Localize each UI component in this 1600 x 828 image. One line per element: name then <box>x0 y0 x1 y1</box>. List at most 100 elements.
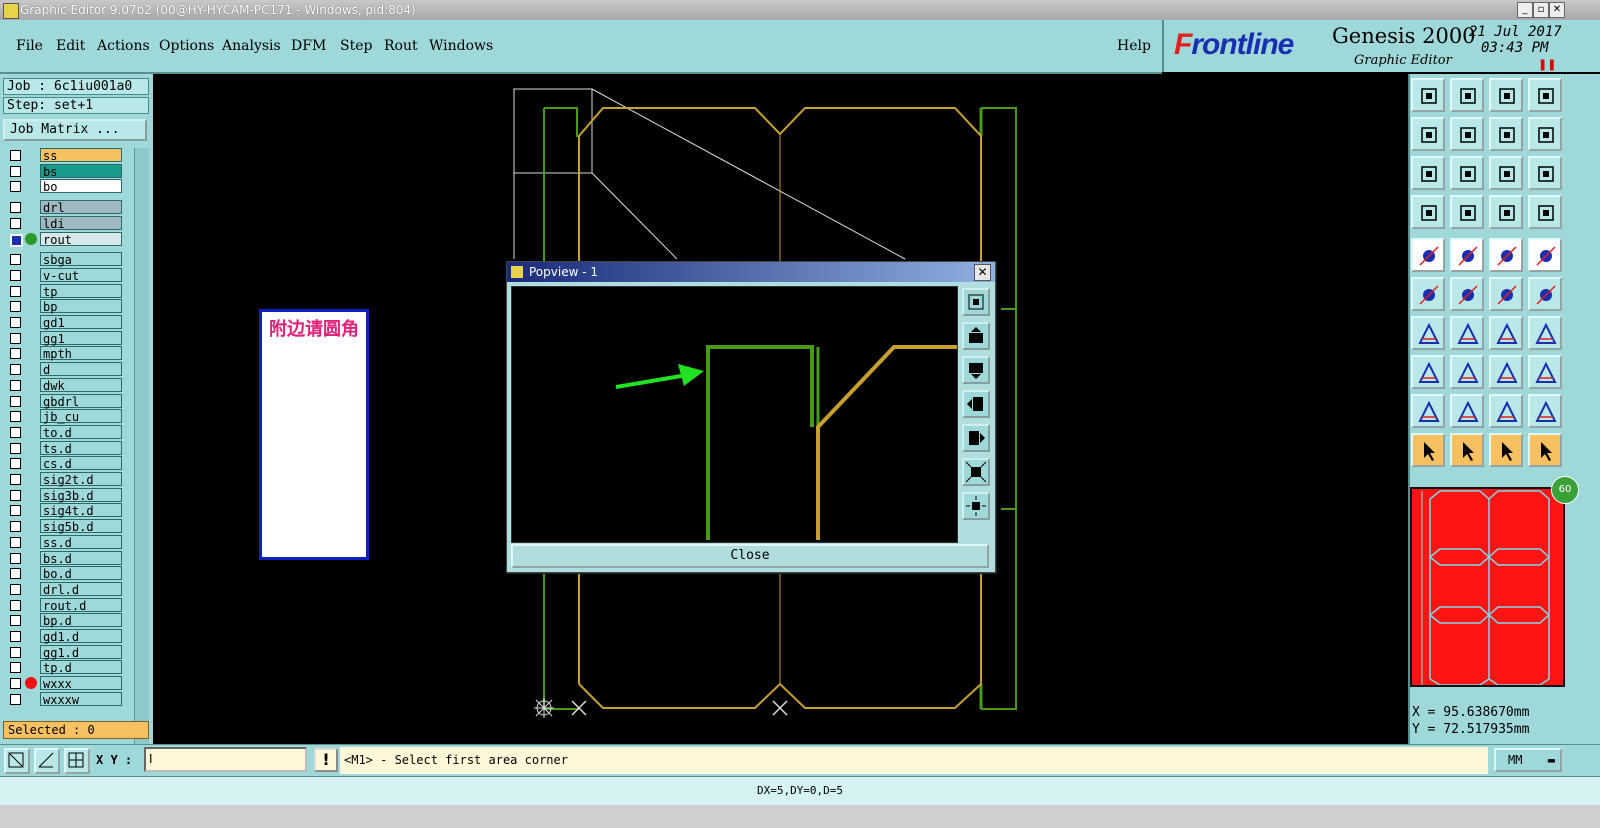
layer-row[interactable]: to.d <box>5 424 123 440</box>
layer-checkbox[interactable] <box>10 583 21 595</box>
xy-input[interactable]: I <box>144 747 307 772</box>
layer-name[interactable]: drl.d <box>40 581 122 597</box>
layer-name[interactable]: gd1 <box>40 315 122 330</box>
layer-name[interactable]: jb_cu <box>40 409 122 424</box>
square-icon[interactable] <box>1411 355 1445 389</box>
layer-name[interactable]: bp.d <box>40 613 122 628</box>
layer-name[interactable]: gg1.d <box>40 644 122 660</box>
menu-rout[interactable]: Rout <box>384 38 418 54</box>
menu-options[interactable]: Options <box>159 38 214 54</box>
pad-icon[interactable] <box>1489 195 1523 229</box>
popview-titlebar[interactable]: Popview - 1 ✕ <box>507 262 995 282</box>
pad-add-icon[interactable] <box>1411 238 1445 272</box>
layer-name[interactable]: mpth <box>40 346 122 361</box>
layer-row[interactable]: rout <box>5 231 123 247</box>
angle-icon[interactable] <box>1411 316 1445 350</box>
slope-icon[interactable] <box>1450 316 1484 350</box>
layer-checkbox[interactable] <box>10 521 21 533</box>
menu-step[interactable]: Step <box>340 38 372 54</box>
layer-name[interactable]: cs.d <box>40 456 122 471</box>
layer-name[interactable]: rout <box>40 231 122 247</box>
layer-checkbox[interactable] <box>10 552 21 564</box>
cross-icon[interactable] <box>1450 277 1484 311</box>
triangle-a-icon[interactable] <box>1411 394 1445 428</box>
layer-checkbox[interactable] <box>10 536 21 548</box>
layer-row[interactable]: bo.d <box>5 566 123 581</box>
layer-name[interactable]: rout.d <box>40 597 122 613</box>
layer-row[interactable]: v-cut <box>5 267 123 283</box>
layer-checkbox[interactable] <box>10 254 21 266</box>
line-red-icon[interactable] <box>1450 238 1484 272</box>
layer-name[interactable]: bo <box>40 179 122 194</box>
layer-checkbox[interactable] <box>10 285 21 297</box>
layer-name[interactable]: ss.d <box>40 534 122 550</box>
message-icon[interactable]: ! <box>314 748 338 772</box>
layer-row[interactable]: gg1.d <box>5 644 123 660</box>
layer-name[interactable]: d <box>40 362 122 377</box>
layer-checkbox[interactable] <box>10 364 21 376</box>
layer-checkbox[interactable] <box>10 474 21 485</box>
layer-checkbox[interactable] <box>10 202 21 214</box>
edit-down-icon[interactable] <box>1450 78 1484 112</box>
zoom-in-button[interactable] <box>962 288 990 316</box>
fit-icon[interactable] <box>1411 156 1445 190</box>
layer-row[interactable]: bp <box>5 299 123 314</box>
layer-name[interactable]: gd1.d <box>40 629 122 644</box>
snap-point-icon[interactable] <box>1489 277 1523 311</box>
popview-canvas[interactable] <box>511 286 958 543</box>
layer-checkbox[interactable] <box>10 599 21 611</box>
edit-left-icon[interactable] <box>1411 117 1445 151</box>
zoom-fit-button[interactable] <box>962 458 990 486</box>
layer-checkbox[interactable] <box>10 348 21 360</box>
layer-row[interactable]: sig5b.d <box>5 519 123 534</box>
layer-checkbox[interactable] <box>10 631 21 642</box>
layer-row[interactable]: bo <box>5 179 123 194</box>
scale-icon[interactable] <box>1489 156 1523 190</box>
layer-name[interactable]: bo.d <box>40 566 122 581</box>
menu-edit[interactable]: Edit <box>56 38 85 54</box>
text-f-icon[interactable] <box>1528 316 1562 350</box>
layer-row[interactable]: sig2t.d <box>5 472 123 487</box>
select-path-icon[interactable] <box>1528 433 1562 467</box>
layer-name[interactable]: gg1 <box>40 330 122 346</box>
measure-icon[interactable] <box>34 748 60 774</box>
triangle-d-icon[interactable] <box>1528 394 1562 428</box>
layer-row[interactable]: bp.d <box>5 613 123 628</box>
layer-name[interactable]: bs.d <box>40 550 122 566</box>
tools-icon[interactable] <box>1411 195 1445 229</box>
help-icon[interactable] <box>1528 156 1562 190</box>
layer-name[interactable]: bs <box>40 163 122 179</box>
layer-row[interactable]: rout.d <box>5 597 123 613</box>
layer-row[interactable]: gd1 <box>5 315 123 330</box>
menu-actions[interactable]: Actions <box>97 38 150 54</box>
pads-icon[interactable] <box>1528 195 1562 229</box>
units-select[interactable]: MM ▬ <box>1494 748 1562 772</box>
layer-name[interactable]: to.d <box>40 424 122 440</box>
triangle-c-icon[interactable] <box>1489 394 1523 428</box>
connect-icon[interactable] <box>1450 195 1484 229</box>
layer-row[interactable]: wxxxw <box>5 691 123 707</box>
pan-left-button[interactable] <box>962 390 990 418</box>
board-overview-map[interactable] <box>1410 487 1565 687</box>
layer-checkbox[interactable] <box>10 662 21 674</box>
layer-checkbox[interactable] <box>10 165 21 177</box>
layer-name[interactable]: sig5b.d <box>40 519 122 534</box>
ruler-icon[interactable] <box>1489 238 1523 272</box>
edit-right-icon[interactable] <box>1450 117 1484 151</box>
layer-checkbox[interactable] <box>10 426 21 438</box>
menu-file[interactable]: File <box>16 38 43 54</box>
layer-row[interactable]: gbdrl <box>5 393 123 409</box>
layer-row[interactable]: cs.d <box>5 456 123 471</box>
layer-row[interactable]: jb_cu <box>5 409 123 424</box>
layer-name[interactable]: dwk <box>40 377 122 393</box>
restore-icon[interactable]: ▫ <box>1533 2 1549 18</box>
layer-row[interactable]: d <box>5 362 123 377</box>
layer-row[interactable]: gg1 <box>5 330 123 346</box>
rotate-icon[interactable] <box>1489 117 1523 151</box>
layer-row[interactable]: ss <box>5 148 123 163</box>
layer-row[interactable]: gd1.d <box>5 629 123 644</box>
triangle-b-icon[interactable] <box>1450 394 1484 428</box>
select-icon[interactable] <box>1411 433 1445 467</box>
menu-windows[interactable]: Windows <box>429 38 493 54</box>
dimension-icon[interactable] <box>1489 355 1523 389</box>
